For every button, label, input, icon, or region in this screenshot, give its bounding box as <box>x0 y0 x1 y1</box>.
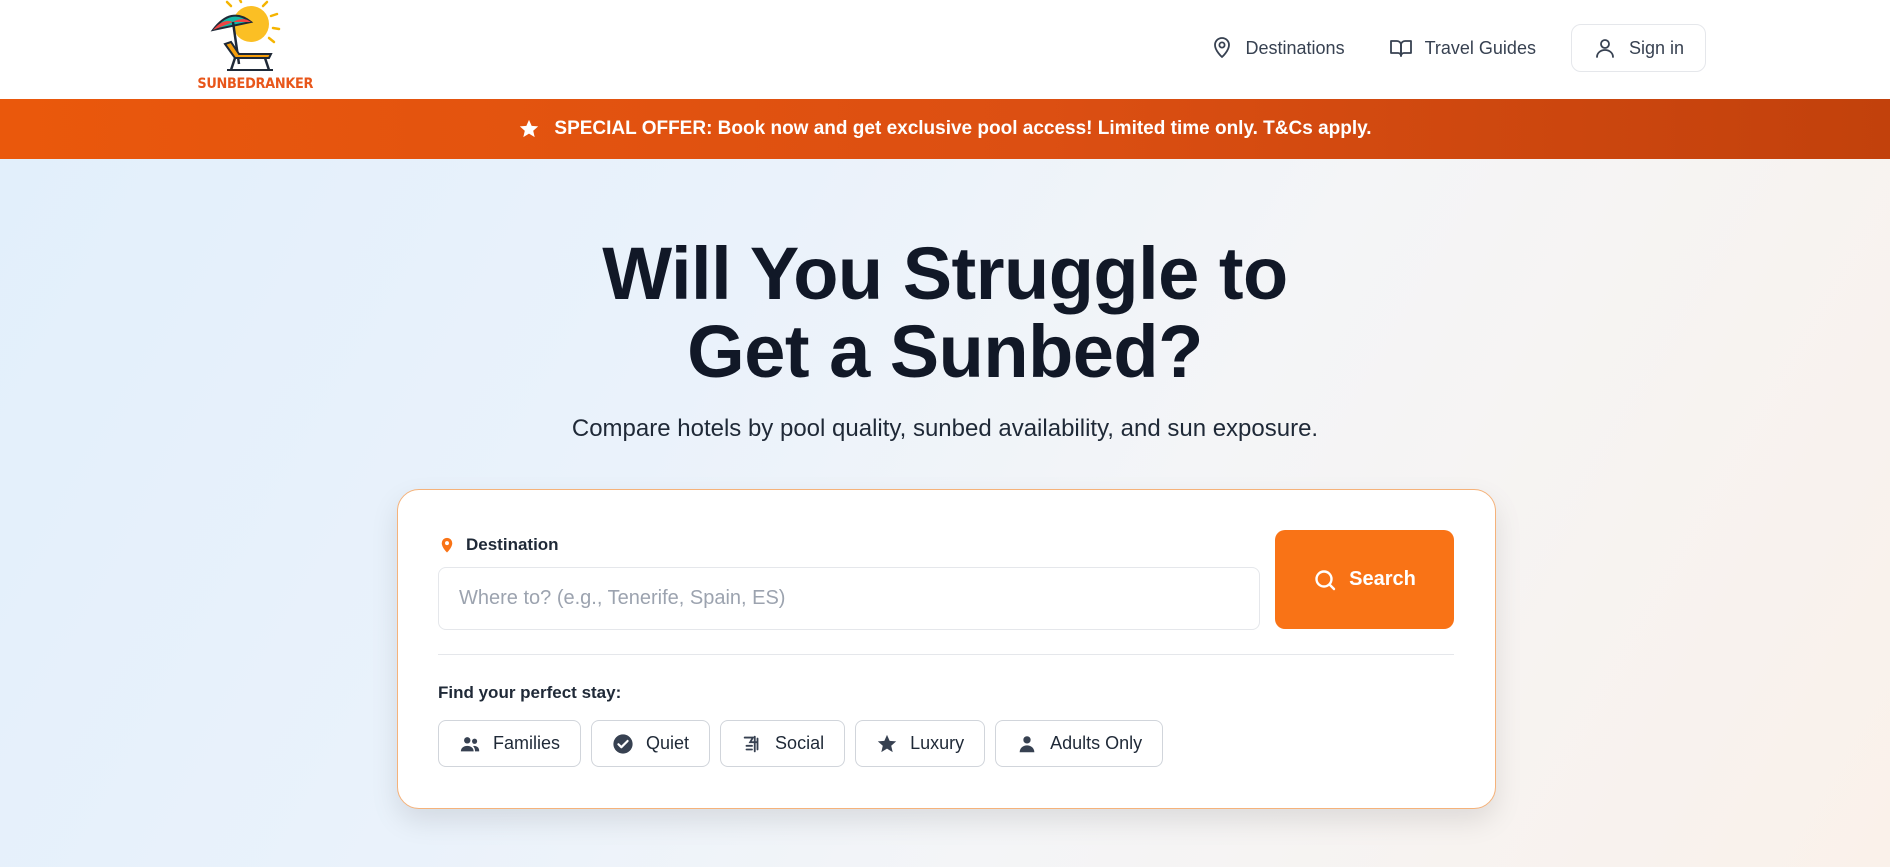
search-button-label: Search <box>1349 568 1416 590</box>
social-icon <box>743 735 759 752</box>
sign-in-label: Sign in <box>1628 37 1684 58</box>
filter-chips: Families Quiet Social Luxury Adults Only <box>438 720 1164 767</box>
promo-text: SPECIAL OFFER: Book now and get exclusiv… <box>554 118 1372 139</box>
card-divider <box>438 654 1454 655</box>
filter-chip-label: Social <box>775 733 825 753</box>
nav-travel-guides[interactable]: Travel Guides <box>1367 24 1558 72</box>
destination-search-input[interactable] <box>438 567 1260 630</box>
star-icon <box>877 734 897 752</box>
filter-label: Find your perfect stay: <box>438 683 622 702</box>
search-card: Destination Search Find your perfect sta… <box>397 489 1496 809</box>
filter-chip-luxury[interactable]: Luxury <box>855 720 986 767</box>
map-pin-icon <box>441 537 453 553</box>
search-button[interactable]: Search <box>1275 530 1454 629</box>
filter-chip-social[interactable]: Social <box>720 720 846 767</box>
filter-chip-label: Luxury <box>910 733 965 753</box>
nav-destinations[interactable]: Destinations <box>1188 24 1367 72</box>
hero-title-line-1: Will You Struggle to <box>602 232 1288 315</box>
filter-chip-label: Families <box>493 733 561 753</box>
person-icon <box>1019 735 1035 752</box>
nav-travel-guides-label: Travel Guides <box>1424 37 1536 58</box>
people-icon <box>460 736 480 751</box>
destination-label-text: Destination <box>466 535 559 554</box>
hero-section: Will You Struggle to Get a Sunbed? Compa… <box>0 159 1890 867</box>
hero-title-line-2: Get a Sunbed? <box>687 310 1203 393</box>
search-icon <box>1315 569 1336 590</box>
destination-label: Destination <box>438 534 559 556</box>
sign-in-button[interactable]: Sign in <box>1570 24 1706 72</box>
book-icon <box>1389 40 1412 57</box>
hero-subtitle: Compare hotels by pool quality, sunbed a… <box>571 415 1319 442</box>
filter-chip-adults-only[interactable]: Adults Only <box>995 720 1164 767</box>
sunbed-umbrella-logo-icon <box>210 0 281 71</box>
filter-chip-families[interactable]: Families <box>438 720 582 767</box>
brand-name: SUNBEDRANKER <box>197 76 314 92</box>
user-icon <box>1596 39 1614 58</box>
nav-destinations-label: Destinations <box>1245 37 1345 58</box>
hero-title: Will You Struggle to Get a Sunbed? <box>0 235 1890 391</box>
filter-chip-label: Quiet <box>646 733 690 753</box>
promo-banner: SPECIAL OFFER: Book now and get exclusiv… <box>0 99 1890 159</box>
filter-chip-label: Adults Only <box>1050 733 1143 753</box>
map-pin-icon <box>1213 37 1230 58</box>
check-circle-icon <box>613 733 633 754</box>
site-header: SUNBEDRANKER Destinations Travel Guides … <box>0 0 1890 99</box>
main-nav: Destinations Travel Guides Sign in <box>1188 24 1706 72</box>
filter-chip-quiet[interactable]: Quiet <box>591 720 711 767</box>
star-icon <box>520 119 539 138</box>
brand-logo[interactable]: SUNBEDRANKER <box>193 0 314 96</box>
